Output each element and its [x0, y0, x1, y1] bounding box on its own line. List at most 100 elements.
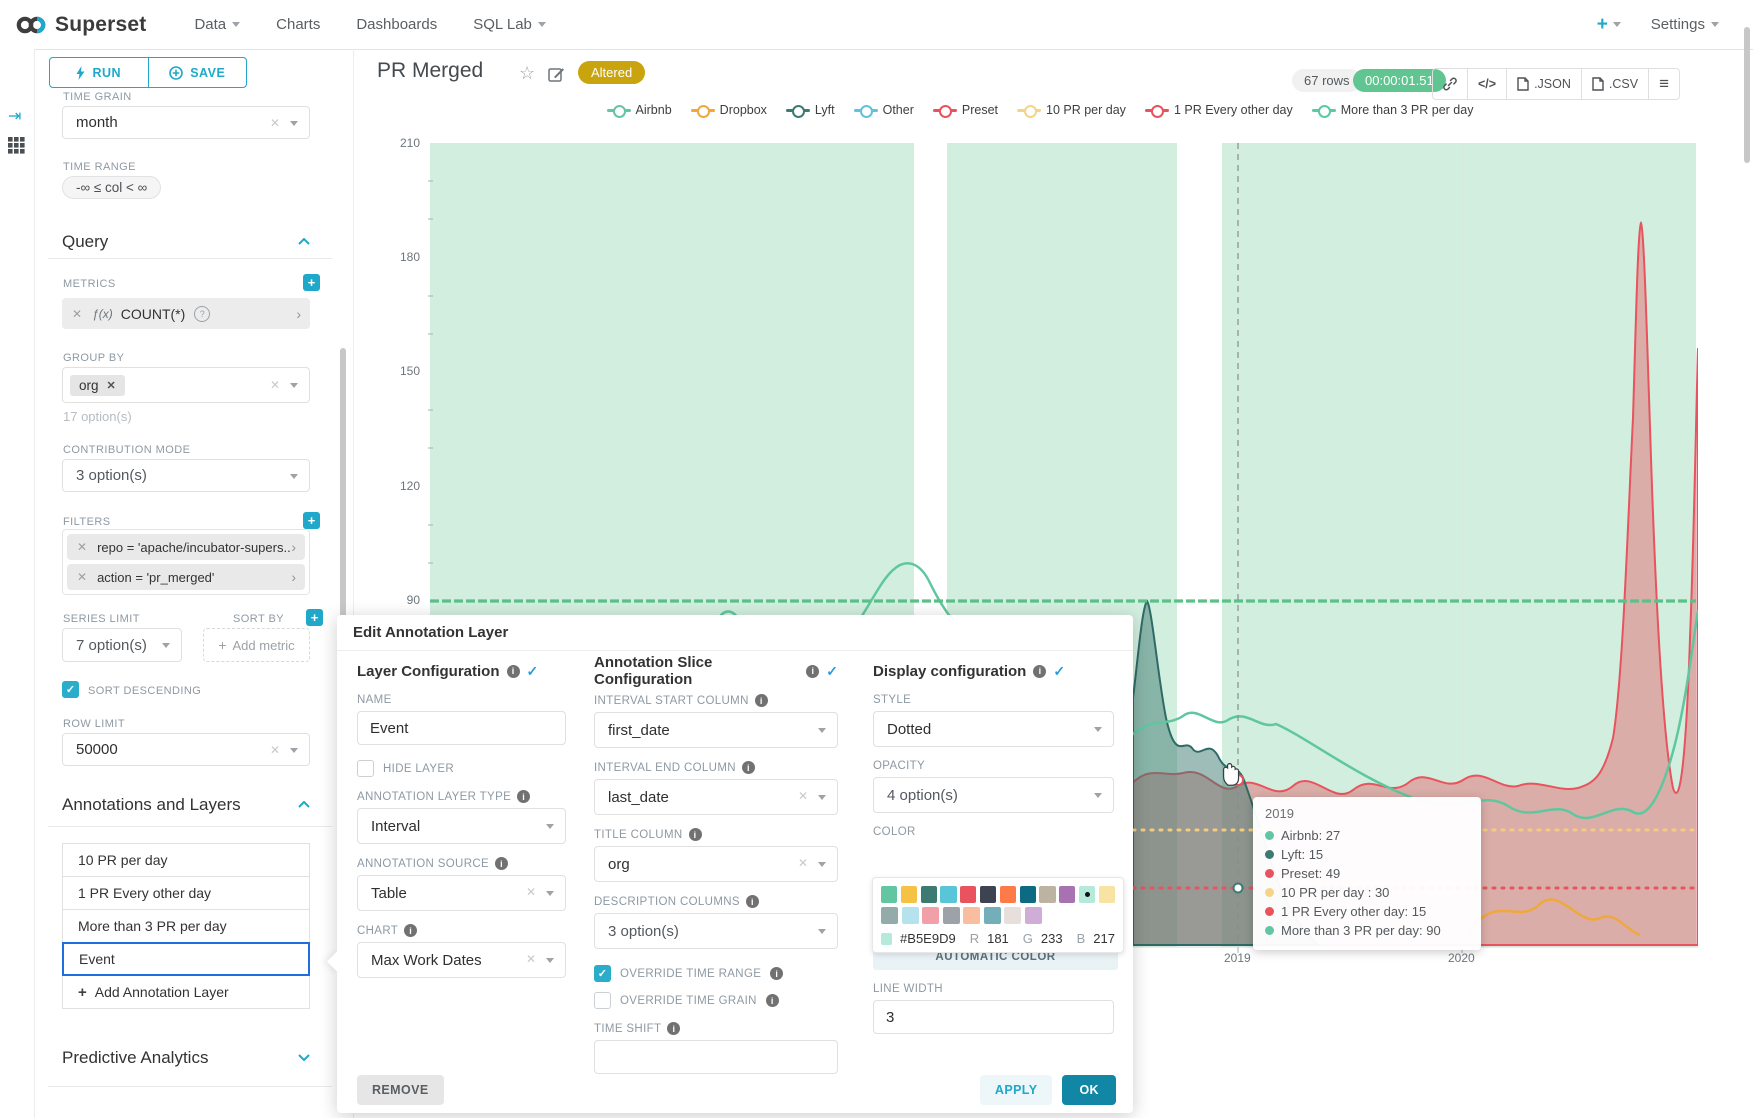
color-swatch[interactable]: [922, 907, 939, 924]
sort-descending-checkbox[interactable]: [62, 681, 79, 698]
remove-button[interactable]: REMOVE: [357, 1075, 444, 1105]
expand-filter-icon[interactable]: ›: [291, 569, 296, 585]
color-swatch[interactable]: [921, 886, 937, 903]
color-swatch[interactable]: [984, 907, 1001, 924]
color-swatch[interactable]: [943, 907, 960, 924]
opacity-select[interactable]: 4 option(s): [873, 777, 1114, 813]
annotation-layer-item[interactable]: More than 3 PR per day: [62, 909, 310, 943]
info-icon[interactable]: [746, 895, 759, 908]
chart-select[interactable]: Max Work Dates ✕: [357, 942, 566, 978]
info-icon[interactable]: [742, 761, 755, 774]
info-icon[interactable]: [689, 828, 702, 841]
menu-data[interactable]: Data: [194, 16, 240, 33]
style-select[interactable]: Dotted: [873, 711, 1114, 747]
color-swatch[interactable]: [881, 886, 897, 903]
color-swatch[interactable]: [1059, 886, 1075, 903]
export-csv-button[interactable]: .CSV: [1582, 69, 1649, 99]
time-range-pill[interactable]: -∞ ≤ col < ∞: [62, 176, 161, 199]
interval-end-select[interactable]: last_date ✕: [594, 779, 838, 815]
legend-item[interactable]: 1 PR Every other day: [1145, 103, 1293, 117]
clear-icon[interactable]: ✕: [270, 116, 280, 130]
info-icon[interactable]: [770, 967, 783, 980]
info-icon[interactable]: [495, 857, 508, 870]
color-swatch[interactable]: [980, 886, 996, 903]
sort-by-add-button[interactable]: +: [306, 609, 323, 626]
copy-link-button[interactable]: [1433, 69, 1468, 99]
color-swatch[interactable]: [1000, 886, 1016, 903]
collapse-down-icon[interactable]: [298, 1054, 310, 1061]
filter-pill[interactable]: ✕ action = 'pr_merged' ›: [67, 564, 305, 590]
color-swatch[interactable]: [940, 886, 956, 903]
info-icon[interactable]: [806, 665, 819, 678]
new-button[interactable]: +: [1597, 14, 1621, 36]
series-limit-select[interactable]: 7 option(s): [62, 628, 182, 662]
clear-icon[interactable]: ✕: [798, 856, 808, 870]
info-icon[interactable]: [766, 994, 779, 1007]
color-swatch[interactable]: [881, 907, 898, 924]
color-swatch[interactable]: [902, 907, 919, 924]
hide-layer-checkbox[interactable]: [357, 760, 374, 777]
collapse-up-icon[interactable]: [298, 238, 310, 245]
info-icon[interactable]: [507, 665, 520, 678]
override-time-grain-checkbox[interactable]: [594, 992, 611, 1009]
color-swatch[interactable]: [1039, 886, 1055, 903]
line-width-input[interactable]: [873, 1000, 1114, 1034]
legend-item[interactable]: Airbnb: [607, 103, 672, 117]
time-shift-input[interactable]: [594, 1040, 838, 1074]
contribution-mode-select[interactable]: 3 option(s): [62, 459, 310, 492]
legend-item[interactable]: Other: [854, 103, 914, 117]
expand-filter-icon[interactable]: ›: [291, 539, 296, 555]
remove-tag-icon[interactable]: ✕: [107, 379, 116, 392]
color-swatch-selected[interactable]: [1079, 886, 1095, 903]
override-time-range-checkbox[interactable]: [594, 965, 611, 982]
datasource-grid-icon[interactable]: [8, 137, 25, 154]
color-swatch[interactable]: [1099, 886, 1115, 903]
clear-icon[interactable]: ✕: [526, 952, 536, 966]
apply-button[interactable]: APPLY: [980, 1075, 1053, 1105]
annotation-source-select[interactable]: Table ✕: [357, 875, 566, 911]
favorite-star-icon[interactable]: ☆: [519, 63, 535, 84]
menu-charts[interactable]: Charts: [276, 16, 320, 33]
sort-by-add-metric[interactable]: +Add metric: [203, 628, 310, 662]
title-column-select[interactable]: org ✕: [594, 846, 838, 882]
add-annotation-layer-button[interactable]: + Add Annotation Layer: [62, 975, 310, 1009]
annotation-layer-item[interactable]: 10 PR per day: [62, 843, 310, 877]
collapse-up-icon[interactable]: [298, 801, 310, 808]
color-swatch[interactable]: [1004, 907, 1021, 924]
add-filter-button[interactable]: +: [303, 512, 320, 529]
page-scrollbar[interactable]: [1744, 27, 1750, 163]
clear-icon[interactable]: ✕: [798, 789, 808, 803]
clear-icon[interactable]: ✕: [270, 378, 280, 392]
superset-logo[interactable]: Superset: [16, 13, 146, 37]
group-by-select[interactable]: org✕ ✕: [62, 367, 310, 403]
run-button[interactable]: RUN: [50, 58, 149, 87]
filter-pill[interactable]: ✕ repo = 'apache/incubator-supers... ›: [67, 534, 305, 560]
color-swatch[interactable]: [1020, 886, 1036, 903]
edit-title-icon[interactable]: [548, 66, 565, 83]
info-icon[interactable]: [517, 790, 530, 803]
annotation-layer-item-selected[interactable]: Event: [62, 942, 310, 976]
name-input[interactable]: [357, 711, 566, 745]
info-icon[interactable]: [667, 1022, 680, 1035]
legend-item[interactable]: Lyft: [786, 103, 835, 117]
ok-button[interactable]: OK: [1062, 1075, 1116, 1105]
annotation-layer-type-select[interactable]: Interval: [357, 808, 566, 844]
remove-filter-icon[interactable]: ✕: [77, 540, 87, 554]
info-icon[interactable]: [1033, 665, 1046, 678]
save-button[interactable]: SAVE: [149, 58, 247, 87]
color-swatch[interactable]: [963, 907, 980, 924]
color-swatch[interactable]: [901, 886, 917, 903]
info-icon[interactable]: [404, 924, 417, 937]
menu-dashboards[interactable]: Dashboards: [356, 16, 437, 33]
description-columns-select[interactable]: 3 option(s): [594, 913, 838, 949]
legend-item[interactable]: Preset: [933, 103, 998, 117]
time-grain-select[interactable]: month ✕: [62, 106, 310, 139]
clear-icon[interactable]: ✕: [526, 885, 536, 899]
legend-item[interactable]: 10 PR per day: [1017, 103, 1126, 117]
metric-pill[interactable]: ✕ ƒ(x) COUNT(*) ? ›: [62, 298, 310, 329]
remove-filter-icon[interactable]: ✕: [77, 570, 87, 584]
group-by-tag[interactable]: org✕: [70, 375, 125, 396]
clear-icon[interactable]: ✕: [270, 743, 280, 757]
legend-item[interactable]: Dropbox: [691, 103, 767, 117]
add-metric-button[interactable]: +: [303, 274, 320, 291]
